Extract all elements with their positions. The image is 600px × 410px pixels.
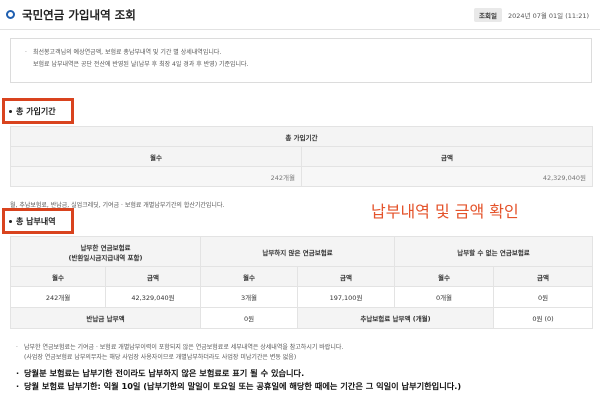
paid-amount-value: 42,329,040원: [105, 286, 201, 308]
notice-box: 최선봉고객님의 예상연금액, 보험료 총납부내역 및 기간 별 상세내역입니다.…: [10, 38, 592, 83]
col-header-months: 월수: [10, 266, 106, 287]
section-label: 총 가입기간: [16, 106, 56, 116]
col-header-amount: 금액: [492, 266, 594, 287]
badge-bullet-icon: [9, 219, 12, 223]
total-months-value: 242개월: [10, 166, 302, 187]
title-bullet-icon: [6, 10, 15, 19]
unpaid-amount-value: 197,100원: [297, 286, 395, 308]
total-amount-value: 42,329,040원: [300, 166, 594, 187]
footer-bold-note-2: 당월 보험료 납부기한: 익월 10일 (납부기한의 말일이 토요일 또는 공휴…: [14, 380, 594, 393]
cannot-pay-amount-value: 0원: [492, 286, 594, 308]
footer-note-1: 납부한 연금보험료는 기여금 · 보험료 개별납부이력이 포함되지 않은 연금보…: [14, 343, 594, 353]
extra-payment-label: 추납보험료 납부액 (개월): [297, 307, 494, 329]
view-date: 2024년 07월 01일 (11:21): [508, 12, 590, 20]
col-header-amount: 금액: [300, 146, 594, 167]
section-badge-total-payment: 총 납부내역: [2, 208, 74, 234]
return-amount-label: 반납금 납부액: [10, 307, 201, 329]
col-header-months: 월수: [200, 266, 298, 287]
group-header-unpaid: 납부하지 않은 연금보험료: [200, 236, 395, 267]
paid-months-value: 242개월: [10, 286, 106, 308]
notice-line-2: 보험료 납부내역은 공단 전산에 반영된 날(납부 후 최장 4일 경과 후 반…: [33, 61, 249, 68]
col-header-months: 월수: [10, 146, 302, 167]
badge-bullet-icon: [9, 109, 12, 113]
cannot-pay-months-value: 0개월: [394, 286, 494, 308]
notice-line-1: 최선봉고객님의 예상연금액, 보험료 총납부내역 및 기간 별 상세내역입니다.: [25, 47, 577, 59]
total-payment-table: 납부한 연금보험료 (반환일시금지급내역 포함) 납부하지 않은 연금보험료 납…: [10, 236, 594, 329]
page-title: 국민연금 가입내역 조회: [22, 8, 136, 22]
footer-note-2: (사업장 연금보험료 납부의무자는 해당 사업장 사용자이므로 개별납부하더라도…: [24, 354, 297, 361]
col-header-amount: 금액: [297, 266, 395, 287]
group-header-paid: 납부한 연금보험료 (반환일시금지급내역 포함): [10, 236, 201, 267]
total-period-table: 총 가입기간 월수 금액 242개월 42,329,040원: [9, 126, 594, 187]
group-header-cannot-pay: 납부할 수 없는 연금보험료: [393, 236, 594, 267]
col-header-amount: 금액: [105, 266, 201, 287]
group-header-paid-line1: 납부한 연금보험료: [80, 243, 131, 252]
annotation-text: 납부내역 및 금액 확인: [371, 202, 519, 221]
view-date-label: 조회일: [474, 8, 502, 22]
unpaid-months-value: 3개월: [200, 286, 298, 308]
footer-bold-note-1: 당월분 보험료는 납부기한 전이라도 납부하지 않은 보험료로 표기 될 수 있…: [14, 367, 594, 380]
extra-payment-value: 0원 (0): [492, 307, 594, 329]
col-header-months: 월수: [394, 266, 494, 287]
section-badge-total-period: 총 가입기간: [2, 98, 74, 124]
section-label: 총 납부내역: [16, 216, 56, 226]
footer-notes: 납부한 연금보험료는 기여금 · 보험료 개별납부이력이 포함되지 않은 연금보…: [14, 343, 594, 393]
page-header: 국민연금 가입내역 조회 조회일 2024년 07월 01일 (11:21): [0, 0, 600, 30]
group-header-paid-line2: (반환일시금지급내역 포함): [68, 253, 143, 262]
return-amount-value: 0원: [200, 307, 298, 329]
table-title: 총 가입기간: [9, 126, 594, 147]
